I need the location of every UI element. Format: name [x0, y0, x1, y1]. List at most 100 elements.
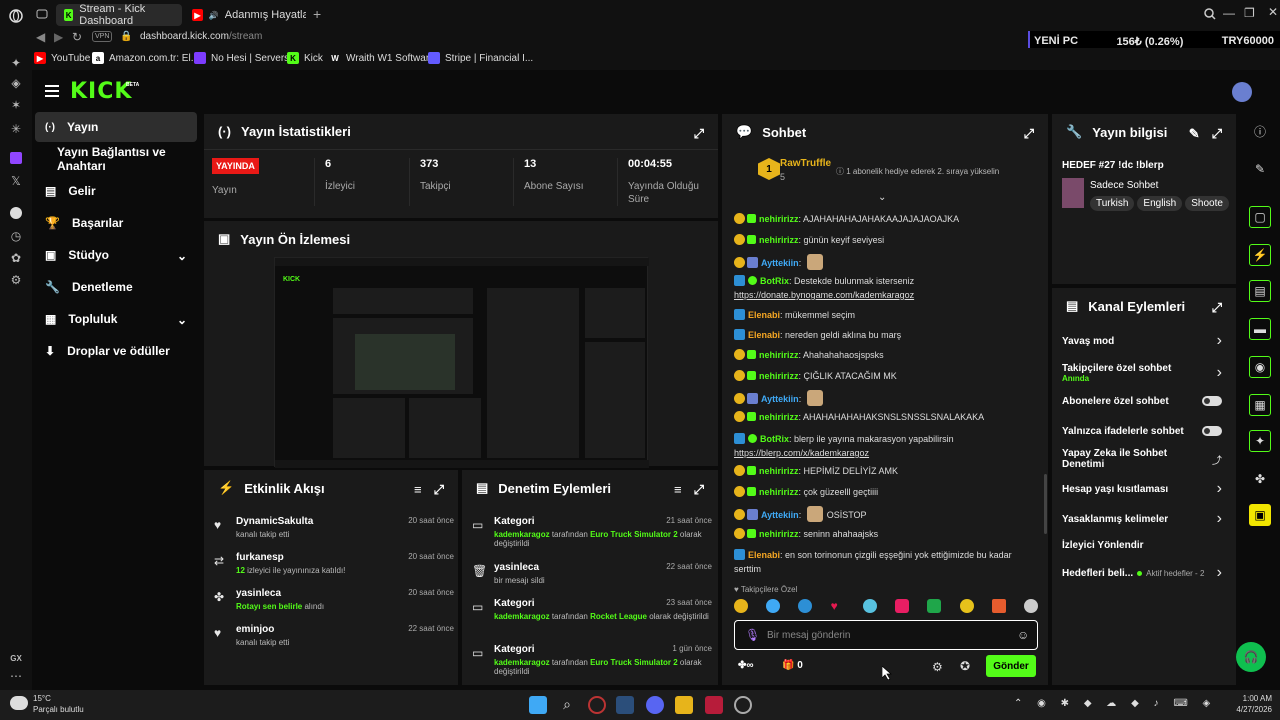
search-icon[interactable] — [1204, 8, 1216, 20]
mod-tools-icon[interactable]: ✪ — [960, 659, 970, 673]
back-icon[interactable]: ◀ — [36, 30, 45, 44]
file-explorer-icon[interactable] — [675, 696, 693, 714]
chat-username[interactable]: nehiririzz — [759, 487, 799, 497]
emote-icon[interactable] — [1023, 599, 1038, 613]
popout-icon[interactable]: ⤢ — [694, 126, 704, 142]
stream-preview-image[interactable]: KICK — [274, 257, 649, 468]
chat-input[interactable]: 🎙 Bir mesaj gönderin ☺ — [734, 620, 1038, 650]
chat-username[interactable]: BotRix — [760, 276, 789, 286]
spotify-icon[interactable] — [8, 205, 24, 221]
emote-icon[interactable] — [959, 599, 974, 613]
chat-scrollbar[interactable] — [1044, 474, 1047, 534]
nav-item-basarilar[interactable]: 🏆 Başarılar — [35, 208, 197, 238]
start-menu-icon[interactable] — [529, 696, 547, 714]
chat-username[interactable]: Ayttekiin — [761, 258, 799, 268]
aria-icon[interactable]: ✦ — [8, 55, 24, 71]
frame-icon[interactable]: ▢ — [1249, 206, 1271, 228]
chevron-right-icon[interactable]: › — [1217, 510, 1222, 528]
tag[interactable]: English — [1137, 196, 1183, 211]
edit-pencil-icon[interactable]: ✎ — [1189, 126, 1200, 142]
filter-icon[interactable]: ≡ — [414, 482, 422, 498]
tag[interactable]: Turkish — [1090, 196, 1135, 211]
nav-item-studyo[interactable]: ▣ Stüdyo ⌄ — [35, 240, 197, 270]
forward-icon[interactable]: ▶ — [54, 30, 63, 44]
chevron-right-icon[interactable]: › — [1217, 332, 1222, 350]
tab-kick-dashboard[interactable]: K Stream - Kick Dashboard — [56, 3, 182, 27]
url-field[interactable]: dashboard.kick.com/stream — [140, 31, 262, 42]
gift-count[interactable]: 🎁 0 — [782, 660, 803, 671]
chat-username[interactable]: nehiririzz — [759, 412, 799, 422]
vpn-badge[interactable]: VPN — [92, 31, 113, 42]
chevron-right-icon[interactable]: › — [1217, 564, 1222, 582]
chat-username[interactable]: Ayttekiin — [761, 510, 799, 520]
popout-icon[interactable]: ⤢ — [1212, 300, 1222, 316]
opera-logo-icon[interactable] — [8, 8, 24, 24]
bookmark-stripe[interactable]: Stripe | Financial I... — [428, 52, 533, 64]
microphone-icon[interactable]: 🎙 — [745, 628, 760, 642]
nav-item-topluluk[interactable]: ▦ Topluluk ⌄ — [35, 304, 197, 334]
chat-username[interactable]: Elenabi — [748, 550, 780, 560]
settings-gear-icon[interactable]: ⚙ — [8, 272, 24, 288]
channel-action-row[interactable]: İzleyici Yönlendir — [1062, 532, 1222, 558]
emote-icon[interactable] — [862, 599, 877, 613]
chat-link[interactable]: https://donate.bynogame.com/kademkaragoz — [734, 290, 914, 300]
bookmark-wraith[interactable]: W Wraith W1 Software — [329, 52, 435, 64]
steam-icon[interactable] — [616, 696, 634, 714]
emote-icon[interactable] — [798, 599, 813, 613]
kick-logo[interactable]: KICK — [70, 79, 132, 104]
emote-heart-icon[interactable]: ♥ — [831, 599, 845, 613]
bookmark-youtube[interactable]: ▶ YouTube — [34, 52, 90, 64]
x-twitter-icon[interactable]: 𝕏 — [8, 173, 24, 189]
channel-action-row[interactable]: Yapay Zeka ile Sohbet Denetimi ⤴ — [1062, 446, 1222, 472]
app-icon[interactable] — [705, 696, 723, 714]
snowflake-icon[interactable]: ✳ — [8, 121, 24, 137]
emote-icon[interactable] — [991, 599, 1006, 613]
bookmark-nohesi[interactable]: No Hesi | Servers — [194, 52, 289, 64]
nav-item-stream-key[interactable]: Yayın Bağlantısı ve Anahtarı — [35, 144, 197, 174]
toggle-switch[interactable] — [1202, 426, 1222, 436]
chat-username[interactable]: nehiririzz — [759, 235, 799, 245]
reward-icon[interactable]: ✤ — [1249, 468, 1271, 490]
popout-icon[interactable]: ⤢ — [694, 482, 704, 498]
close-window-icon[interactable]: ✕ — [1268, 5, 1278, 19]
avatar[interactable] — [1232, 82, 1252, 102]
mod-icon[interactable]: ✶ — [8, 97, 24, 113]
history-icon[interactable]: ◷ — [8, 228, 24, 244]
channel-action-row[interactable]: Abonelere özel sohbet — [1062, 388, 1222, 414]
channel-action-row[interactable]: Yasaklanmış kelimeler › — [1062, 506, 1222, 532]
bookmark-amazon[interactable]: a Amazon.com.tr: El... — [92, 52, 199, 64]
chat-settings-icon[interactable]: ⚙ — [932, 660, 943, 674]
collapse-icon[interactable]: ⌄ — [878, 192, 886, 203]
channel-action-row[interactable]: Yavaş mod › — [1062, 328, 1222, 354]
support-headset-icon[interactable]: 🎧 — [1236, 642, 1266, 672]
filter-icon[interactable]: ≡ — [674, 482, 682, 498]
reload-icon[interactable]: ↻ — [72, 30, 82, 44]
chat-bubble-icon[interactable]: ▬ — [1249, 318, 1271, 340]
chat-username[interactable]: nehiririzz — [759, 350, 799, 360]
tab-youtube[interactable]: ▶ 🔊 Adanmış Hayatların Uı — [184, 4, 314, 26]
lightning-icon[interactable]: ⚡ — [1249, 244, 1271, 266]
popout-icon[interactable]: ⤢ — [434, 482, 444, 498]
external-link-icon[interactable]: ⤴ — [1212, 452, 1222, 467]
twitch-icon[interactable] — [8, 150, 24, 166]
document-icon[interactable]: ▤ — [1249, 280, 1271, 302]
toggle-switch[interactable] — [1202, 396, 1222, 406]
chat-username[interactable]: Elenabi — [748, 310, 780, 320]
extensions-icon[interactable]: ✿ — [8, 250, 24, 266]
send-button[interactable]: Gönder — [986, 655, 1036, 677]
channel-action-row[interactable]: Takipçilere özel sohbet Anında › — [1062, 356, 1222, 390]
loyalty-points[interactable]: ✤∞ — [738, 660, 754, 671]
pinned-user[interactable]: RawTruffle — [780, 158, 831, 169]
nav-item-gelir[interactable]: ▤ Gelir — [35, 176, 197, 206]
search-icon[interactable]: ⌕ — [558, 696, 576, 714]
nav-item-droplar[interactable]: ⬇ Droplar ve ödüller — [35, 336, 197, 366]
app-icon[interactable] — [734, 696, 752, 714]
edit-pencil-icon[interactable]: ✎ — [1249, 158, 1271, 180]
tag[interactable]: Shoote — [1185, 196, 1229, 211]
wrench-icon[interactable]: ✦ — [1249, 430, 1271, 452]
emote-icon[interactable] — [895, 599, 910, 613]
channel-actions-icon[interactable]: ▦ — [1249, 394, 1271, 416]
emote-icon[interactable] — [766, 599, 781, 613]
category-name[interactable]: Sadece Sohbet — [1090, 180, 1158, 191]
chat-link[interactable]: https://blerp.com/x/kademkaragoz — [734, 448, 869, 458]
